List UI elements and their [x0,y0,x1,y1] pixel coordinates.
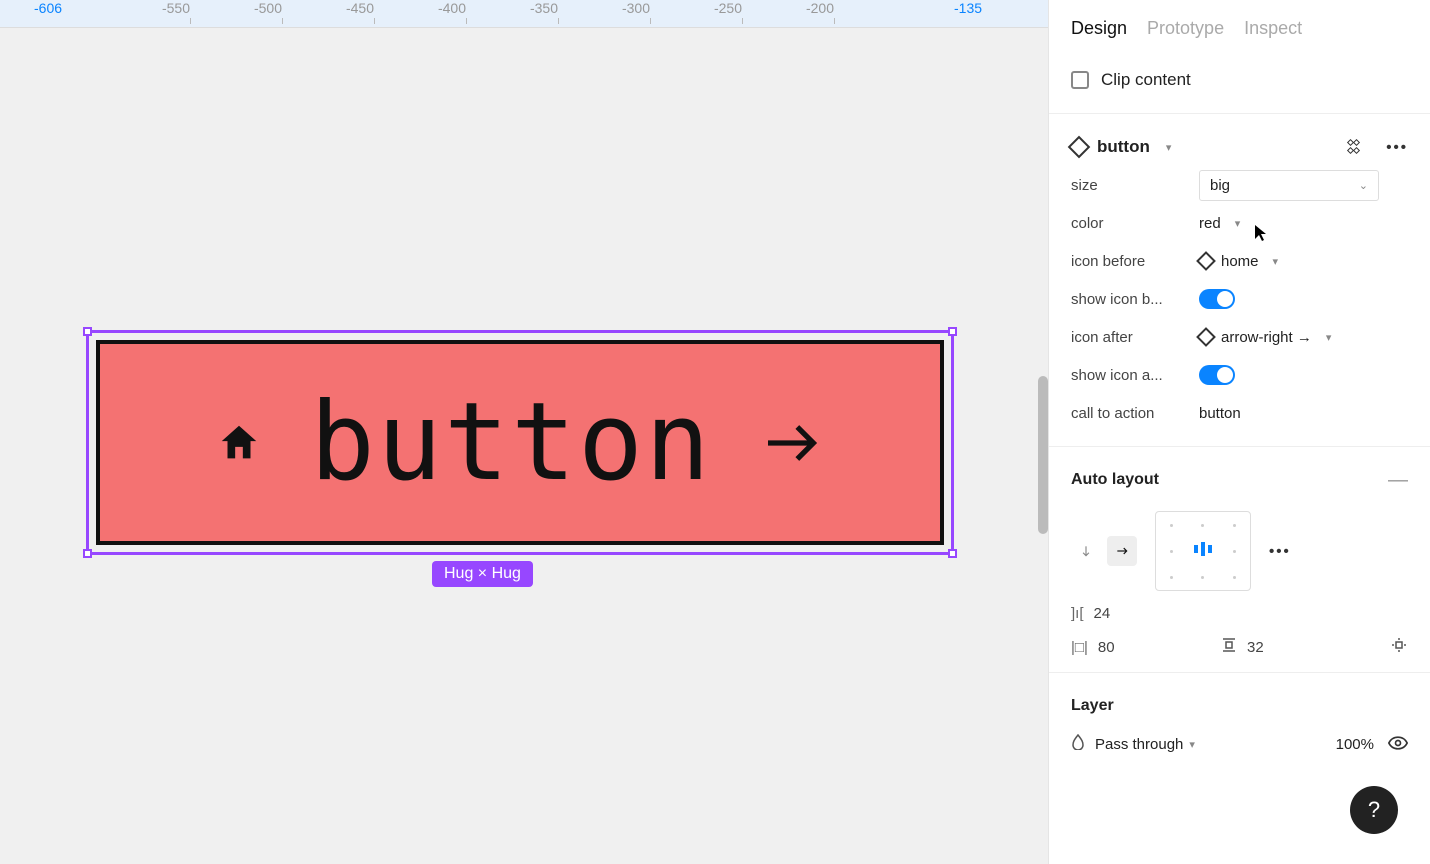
prop-cta-input[interactable]: button [1199,405,1408,422]
pad-vertical-icon [1221,637,1237,657]
variants-icon[interactable] [1348,140,1362,154]
instance-icon [1196,251,1216,271]
ruler-tick: -350 [544,0,572,24]
section-component-props: button ▾ ••• size big ⌄ color red ▾ icon… [1049,114,1430,447]
instance-icon [1196,327,1216,347]
ruler-tick-selection-start: -606 [34,0,62,16]
auto-layout-gap-input[interactable]: ]ı[ 24 [1071,605,1110,622]
section-layer: Layer Pass through ▾ 100% [1049,673,1430,777]
section-frame-options: Clip content [1049,47,1430,114]
component-more-icon[interactable]: ••• [1386,139,1408,156]
inspector-tabs: Design Prototype Inspect [1049,0,1430,47]
opacity-input[interactable]: 100% [1336,736,1374,753]
prop-color-select[interactable]: red ▾ [1199,215,1408,232]
prop-show-icon-before-toggle[interactable] [1199,289,1235,309]
prop-show-icon-before-label: show icon b... [1071,291,1199,308]
resize-handle-tr[interactable] [948,327,957,336]
resize-handle-bl[interactable] [83,549,92,558]
canvas-scrollbar-vertical[interactable] [1038,376,1048,534]
prop-icon-after-label: icon after [1071,329,1199,346]
alignment-center-icon [1191,539,1215,564]
chevron-down-icon: ▾ [1273,255,1279,268]
ruler-tick: -250 [728,0,756,24]
tab-prototype[interactable]: Prototype [1147,18,1224,39]
component-name[interactable]: button [1097,137,1150,157]
prop-icon-after-select[interactable]: arrow-right → ▾ [1199,329,1408,346]
auto-layout-direction-vertical[interactable] [1071,536,1101,566]
prop-size-label: size [1071,177,1199,194]
ruler-tick: -400 [452,0,480,24]
visibility-icon[interactable] [1388,734,1408,755]
help-button[interactable]: ? [1350,786,1398,834]
prop-color-label: color [1071,215,1199,232]
auto-layout-pad-v-input[interactable]: 32 [1221,637,1264,657]
chevron-down-icon[interactable]: ▾ [1166,141,1172,154]
auto-layout-direction-horizontal[interactable] [1107,536,1137,566]
ruler-tick: -500 [268,0,296,24]
ruler-horizontal[interactable]: -606 -550 -500 -450 -400 -350 -300 -250 … [0,0,1048,28]
chevron-down-icon: ⌄ [1359,179,1368,192]
auto-layout-title: Auto layout [1071,471,1159,489]
chevron-down-icon: ▾ [1235,217,1241,230]
canvas-body[interactable]: button Hug × Hug [0,28,1048,864]
prop-icon-before-label: icon before [1071,253,1199,270]
ruler-tick: -550 [176,0,204,24]
resize-handle-br[interactable] [948,549,957,558]
chevron-down-icon: ▾ [1326,331,1332,344]
home-icon [216,420,262,466]
tab-inspect[interactable]: Inspect [1244,18,1302,39]
ruler-tick: -450 [360,0,388,24]
ruler-tick: -300 [636,0,664,24]
selected-component-frame[interactable]: button [86,330,954,555]
ruler-tick-selection-end: -135 [954,0,982,16]
ruler-tick: -200 [820,0,848,24]
gap-icon: ]ı[ [1071,605,1084,622]
auto-layout-more-icon[interactable]: ••• [1269,543,1291,560]
prop-show-icon-after-label: show icon a... [1071,367,1199,384]
clip-content-label: Clip content [1101,70,1191,90]
prop-show-icon-after-toggle[interactable] [1199,365,1235,385]
prop-cta-label: call to action [1071,405,1199,422]
remove-auto-layout-icon[interactable]: — [1388,469,1408,492]
dimension-badge: Hug × Hug [432,561,533,587]
button-component[interactable]: button [96,340,944,545]
blend-mode-icon[interactable] [1071,734,1085,754]
component-icon [1068,136,1091,159]
clip-content-checkbox[interactable] [1071,71,1089,89]
prop-icon-before-select[interactable]: home ▾ [1199,253,1408,270]
canvas[interactable]: -606 -550 -500 -450 -400 -350 -300 -250 … [0,0,1048,864]
layer-title: Layer [1071,697,1114,715]
chevron-down-icon: ▾ [1189,738,1195,751]
arrow-right-icon [760,411,824,475]
padding-per-side-icon[interactable] [1390,636,1408,658]
section-auto-layout: Auto layout — ••• [1049,447,1430,673]
tab-design[interactable]: Design [1071,18,1127,39]
auto-layout-alignment-grid[interactable] [1155,511,1251,591]
button-label: button [310,380,712,505]
inspector-panel: Design Prototype Inspect Clip content bu… [1048,0,1430,864]
prop-size-select[interactable]: big ⌄ [1199,170,1379,201]
pad-horizontal-icon: |□| [1071,639,1088,656]
auto-layout-pad-h-input[interactable]: |□| 80 [1071,639,1191,656]
blend-mode-select[interactable]: Pass through ▾ [1095,736,1195,753]
resize-handle-tl[interactable] [83,327,92,336]
